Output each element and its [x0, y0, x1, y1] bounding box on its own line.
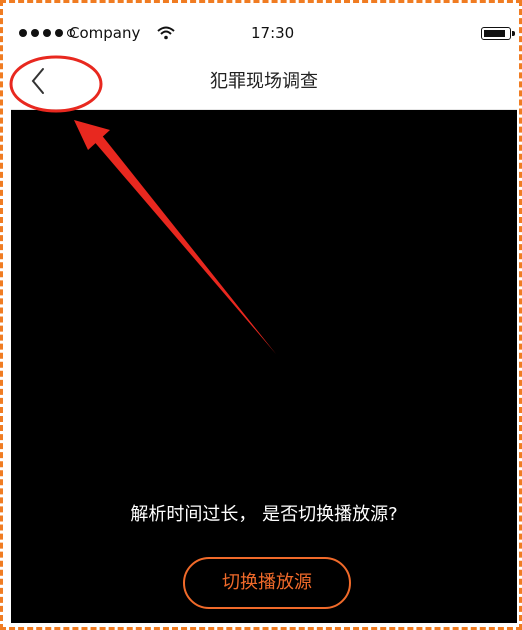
screenshot-frame: Company 17:30 犯罪现场调查 解析时间过长， 是否切换播放源? 切换…	[0, 0, 522, 630]
signal-dot	[19, 29, 27, 37]
wifi-icon	[157, 25, 175, 44]
signal-dot	[43, 29, 51, 37]
signal-strength-icon	[19, 29, 75, 37]
switch-source-button[interactable]: 切换播放源	[183, 557, 351, 609]
video-player[interactable]: 解析时间过长， 是否切换播放源? 切换播放源	[11, 110, 517, 623]
status-bar: Company 17:30	[11, 13, 517, 53]
battery-icon	[481, 27, 515, 40]
carrier-name: Company	[69, 24, 141, 42]
status-time: 17:30	[251, 24, 295, 42]
page-title: 犯罪现场调查	[210, 71, 318, 92]
signal-dot	[55, 29, 63, 37]
signal-dot	[31, 29, 39, 37]
navigation-bar: 犯罪现场调查	[11, 53, 517, 110]
battery-fill	[484, 30, 505, 37]
switch-source-prompt: 解析时间过长， 是否切换播放源?	[130, 504, 398, 525]
